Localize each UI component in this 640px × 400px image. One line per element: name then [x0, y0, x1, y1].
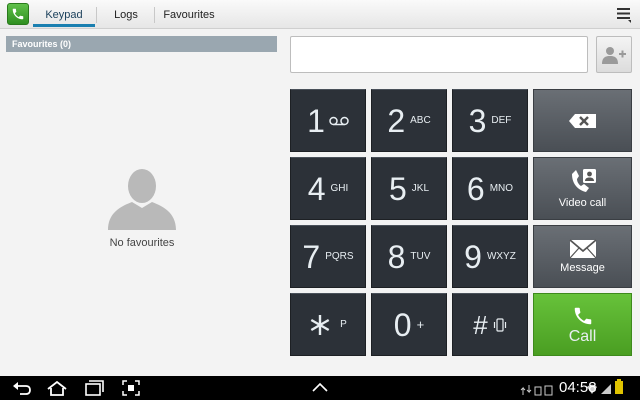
key-letters: JKL [411, 183, 430, 194]
screenshot-icon[interactable] [122, 380, 140, 396]
asterisk-icon [310, 314, 330, 335]
favourites-header: Favourites (0) [6, 36, 277, 52]
tab-favourites[interactable]: Favourites [158, 0, 220, 29]
key-7[interactable]: 7 PQRS [290, 225, 366, 288]
call-label: Call [568, 327, 597, 345]
video-call-label: Video call [558, 197, 607, 209]
voicemail-icon [329, 116, 349, 125]
key-letters: + [416, 317, 425, 332]
system-navigation-bar: 04:58 [0, 376, 640, 400]
call-button[interactable]: Call [533, 293, 632, 356]
key-digit: 8 [387, 238, 406, 275]
envelope-icon [568, 239, 597, 259]
default-contact-avatar-icon [106, 164, 178, 230]
key-9[interactable]: 9 WXYZ [452, 225, 528, 288]
status-icons [520, 385, 553, 396]
key-0[interactable]: 0 + [371, 293, 447, 356]
key-letters: P [340, 319, 347, 330]
overflow-menu-button[interactable] [616, 5, 632, 23]
key-letters: WXYZ [486, 251, 516, 262]
key-5[interactable]: 5 JKL [371, 157, 447, 220]
tab-keypad[interactable]: Keypad [33, 0, 95, 29]
key-letters: ABC [410, 115, 431, 126]
key-letters: GHI [330, 183, 349, 194]
key-digit: 4 [307, 170, 326, 207]
key-6[interactable]: 6 MNO [452, 157, 528, 220]
back-icon[interactable] [12, 380, 32, 396]
key-4[interactable]: 4 GHI [290, 157, 366, 220]
video-call-button[interactable]: Video call [533, 157, 632, 220]
backspace-icon [568, 113, 596, 128]
chevron-up-icon[interactable] [311, 380, 329, 396]
key-letters: PQRS [325, 251, 354, 262]
key-digit: 2 [387, 102, 406, 139]
phone-number-input[interactable] [290, 36, 588, 73]
key-letters: TUV [410, 251, 431, 262]
key-digit: 6 [466, 170, 485, 207]
key-digit: 7 [302, 238, 321, 275]
phone-icon [574, 307, 591, 324]
tab-logs[interactable]: Logs [100, 0, 152, 29]
key-hash[interactable]: # [452, 293, 528, 356]
add-contact-icon [602, 46, 626, 64]
vibrate-icon [493, 317, 506, 332]
message-button[interactable]: Message [533, 225, 632, 288]
signal-icon [601, 384, 611, 394]
battery-icon [615, 379, 623, 394]
tab-divider [96, 7, 97, 23]
tab-divider [154, 7, 155, 23]
phone-icon [12, 8, 24, 20]
home-icon[interactable] [46, 380, 68, 396]
key-letters: DEF [491, 115, 512, 126]
empty-favourites-label: No favourites [109, 237, 175, 249]
action-bar: Keypad Logs Favourites [0, 0, 640, 29]
key-3[interactable]: 3 DEF [452, 89, 528, 152]
key-digit: 0 [393, 306, 412, 343]
key-digit: 5 [388, 170, 407, 207]
status-clock: 04:58 [559, 379, 597, 396]
key-digit: # [473, 309, 488, 340]
key-digit: 1 [307, 102, 325, 139]
key-star[interactable]: P [290, 293, 366, 356]
message-label: Message [560, 262, 605, 274]
key-1[interactable]: 1 [290, 89, 366, 152]
menu-icon [617, 8, 631, 23]
phone-app-icon[interactable] [7, 3, 29, 25]
add-to-contacts-button[interactable] [596, 36, 632, 73]
key-8[interactable]: 8 TUV [371, 225, 447, 288]
key-2[interactable]: 2 ABC [371, 89, 447, 152]
key-letters: MNO [489, 183, 514, 194]
delete-button[interactable] [533, 89, 632, 152]
key-digit: 3 [468, 102, 487, 139]
key-digit: 9 [464, 238, 482, 275]
recent-apps-icon[interactable] [84, 380, 104, 396]
video-call-icon [571, 169, 596, 192]
